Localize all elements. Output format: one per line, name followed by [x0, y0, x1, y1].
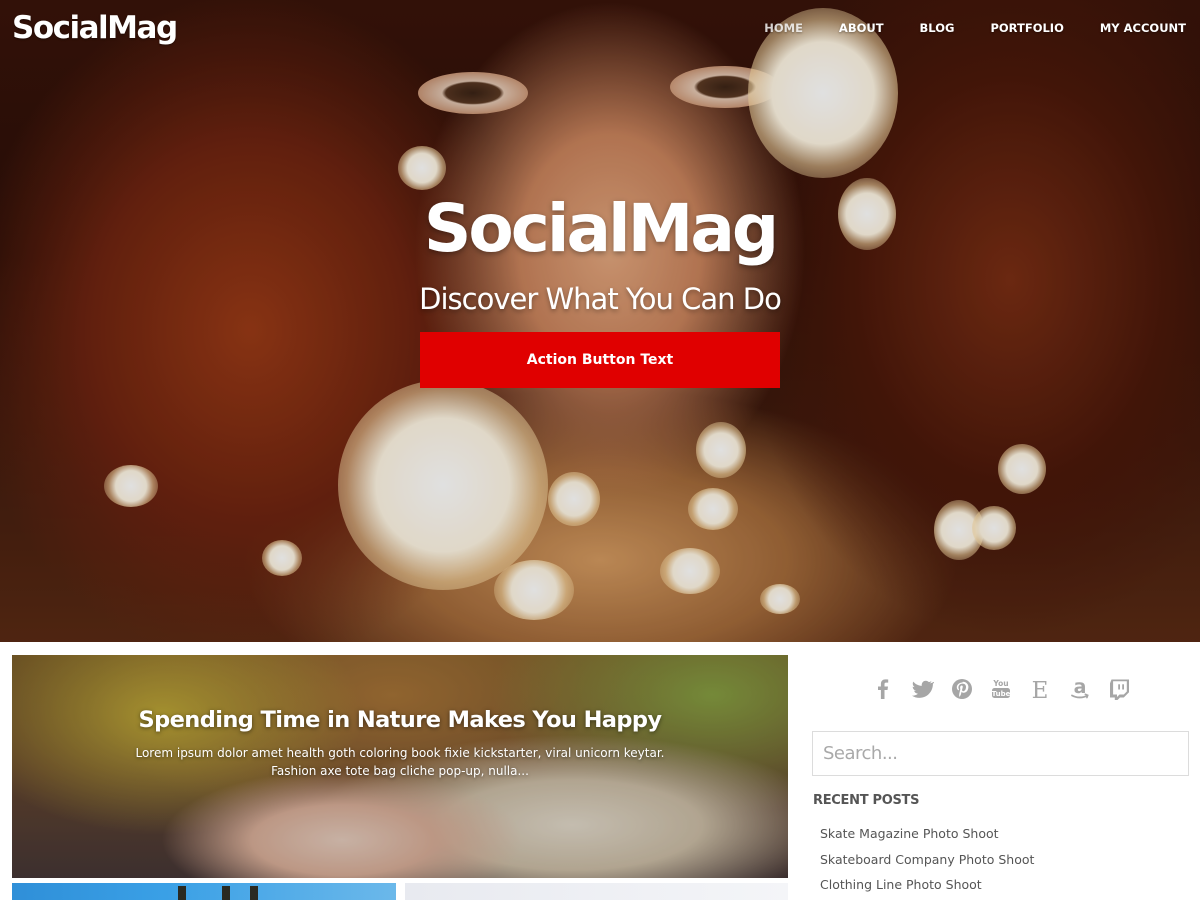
twitter-icon[interactable]: [909, 676, 935, 702]
nav-item-portfolio[interactable]: PORTFOLIO: [990, 21, 1063, 35]
featured-post-excerpt: Lorem ipsum dolor amet health goth color…: [135, 746, 665, 778]
hero-subtitle: Discover What You Can Do: [419, 282, 782, 316]
site-header: SocialMag HOME ABOUT BLOG PORTFOLIO MY A…: [0, 0, 1200, 62]
thumbnail-palm-tree: [178, 886, 186, 900]
recent-posts-title: RECENT POSTS: [813, 793, 920, 808]
hero-section: SocialMag HOME ABOUT BLOG PORTFOLIO MY A…: [0, 0, 1200, 642]
recent-posts-list: Skate Magazine Photo Shoot Skateboard Co…: [820, 826, 1034, 903]
facebook-icon[interactable]: [870, 676, 896, 702]
svg-text:E: E: [1032, 678, 1049, 701]
main-navigation: HOME ABOUT BLOG PORTFOLIO MY ACCOUNT: [728, 21, 1186, 35]
pinterest-icon[interactable]: [949, 676, 975, 702]
hero-action-button[interactable]: Action Button Text: [420, 332, 780, 388]
youtube-icon[interactable]: You Tube: [988, 676, 1014, 702]
recent-post-link[interactable]: Skate Magazine Photo Shoot: [820, 826, 1034, 852]
nav-item-my-account[interactable]: MY ACCOUNT: [1100, 21, 1186, 35]
svg-text:Tube: Tube: [992, 690, 1011, 698]
amazon-icon[interactable]: a: [1067, 676, 1093, 702]
social-icons-row: You Tube E a: [870, 676, 1132, 702]
sidebar-search-input[interactable]: [812, 731, 1189, 776]
nav-item-home[interactable]: HOME: [764, 21, 803, 35]
recent-post-link[interactable]: Skateboard Company Photo Shoot: [820, 852, 1034, 878]
featured-post-card[interactable]: Spending Time in Nature Makes You Happy …: [12, 655, 788, 878]
post-thumbnail[interactable]: [12, 883, 396, 900]
nav-item-about[interactable]: ABOUT: [839, 21, 884, 35]
nav-item-blog[interactable]: BLOG: [920, 21, 955, 35]
svg-text:You: You: [992, 679, 1008, 688]
thumbnail-palm-tree: [222, 886, 230, 900]
etsy-icon[interactable]: E: [1027, 676, 1053, 702]
twitch-icon[interactable]: [1106, 676, 1132, 702]
recent-post-link[interactable]: Clothing Line Photo Shoot: [820, 877, 1034, 903]
featured-post-title[interactable]: Spending Time in Nature Makes You Happy: [12, 707, 788, 733]
thumbnail-palm-tree: [250, 886, 258, 900]
hero-overlay: [0, 0, 1200, 642]
post-thumbnail[interactable]: [405, 883, 788, 900]
site-logo[interactable]: SocialMag: [12, 10, 178, 46]
svg-text:a: a: [1073, 677, 1086, 698]
hero-title: SocialMag: [423, 190, 779, 267]
